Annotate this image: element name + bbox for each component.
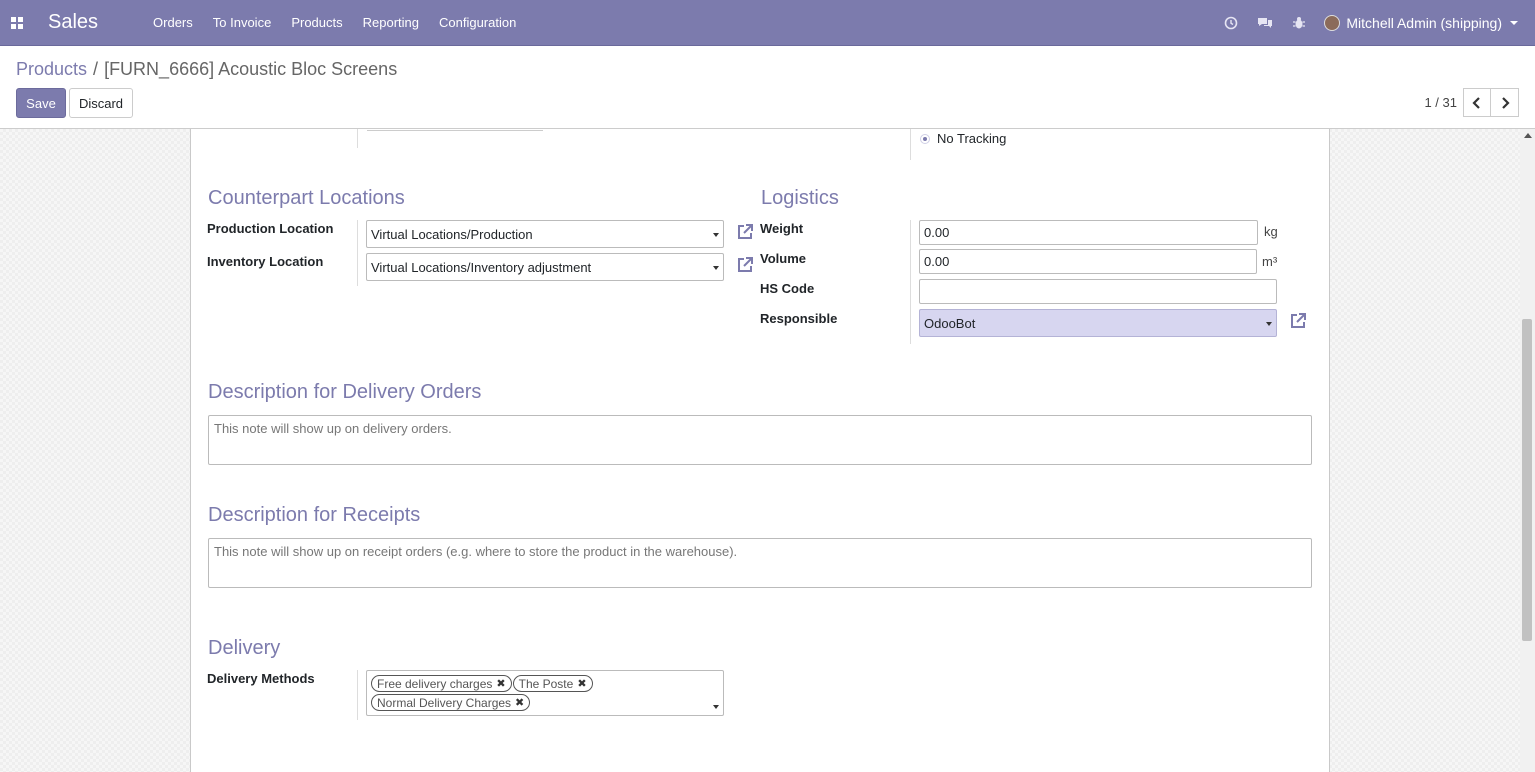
apps-grid-icon[interactable]	[0, 0, 33, 46]
receipt-description-title: Description for Receipts	[208, 504, 421, 526]
divider	[357, 129, 358, 148]
delivery-method-tag: Free delivery charges ✖	[371, 675, 512, 692]
pager: 1 / 31	[1424, 88, 1519, 117]
tag-label: Normal Delivery Charges	[377, 695, 512, 710]
production-location-label: Production Location	[207, 221, 334, 236]
external-link-icon[interactable]	[1288, 311, 1308, 331]
app-name[interactable]: Sales	[48, 11, 98, 34]
clock-icon[interactable]	[1214, 16, 1248, 30]
pager-previous-button[interactable]	[1463, 88, 1491, 117]
inventory-location-label: Inventory Location	[207, 254, 324, 269]
breadcrumb: Products / [FURN_6666] Acoustic Bloc Scr…	[16, 59, 397, 80]
discard-button[interactable]: Discard	[69, 88, 133, 118]
pager-value[interactable]: 1 / 31	[1424, 95, 1457, 110]
scroll-up-icon[interactable]	[1524, 133, 1532, 138]
chevron-down-icon	[1510, 21, 1518, 25]
tag-label: The Poste	[518, 676, 574, 691]
close-icon[interactable]: ✖	[577, 677, 586, 690]
top-navbar: Sales Orders To Invoice Products Reporti…	[0, 0, 1535, 46]
weight-input[interactable]: 0.00	[919, 220, 1258, 245]
volume-unit: m³	[1262, 254, 1278, 269]
external-link-icon[interactable]	[735, 255, 755, 275]
delivery-title: Delivery	[208, 637, 281, 659]
close-icon[interactable]: ✖	[496, 677, 505, 690]
close-icon[interactable]: ✖	[515, 696, 524, 709]
chevron-right-icon	[1501, 96, 1510, 109]
inventory-location-value: Virtual Locations/Inventory adjustment	[371, 260, 592, 275]
production-location-select[interactable]: Virtual Locations/Production	[366, 220, 724, 248]
tracking-label: No Tracking	[937, 131, 1007, 146]
external-link-icon[interactable]	[735, 222, 755, 242]
volume-label: Volume	[760, 251, 806, 266]
bug-icon[interactable]	[1282, 16, 1316, 30]
breadcrumb-products[interactable]: Products	[16, 59, 87, 80]
delivery-description-title: Description for Delivery Orders	[208, 381, 482, 403]
tag-label: Free delivery charges	[377, 676, 493, 691]
production-location-value: Virtual Locations/Production	[371, 227, 533, 242]
divider	[357, 670, 358, 720]
partial-field	[367, 129, 543, 131]
save-button[interactable]: Save	[16, 88, 66, 118]
menu-orders[interactable]: Orders	[143, 15, 203, 30]
menu-products[interactable]: Products	[281, 15, 352, 30]
counterpart-title: Counterpart Locations	[208, 187, 405, 209]
responsible-value: OdooBot	[924, 316, 976, 331]
avatar	[1324, 15, 1341, 31]
scroll-thumb[interactable]	[1522, 319, 1532, 641]
caret-down-icon	[713, 266, 719, 270]
delivery-method-tag: The Poste ✖	[512, 675, 593, 692]
delivery-methods-field[interactable]: Free delivery charges ✖ The Poste ✖ Normal…	[366, 670, 724, 716]
caret-down-icon	[1266, 322, 1272, 326]
hs-code-input[interactable]	[919, 279, 1277, 304]
caret-down-icon	[713, 705, 719, 709]
caret-down-icon	[713, 233, 719, 237]
weight-label: Weight	[760, 221, 804, 236]
menu-to-invoice[interactable]: To Invoice	[203, 15, 282, 30]
user-menu[interactable]: Mitchell Admin (shipping)	[1324, 15, 1518, 31]
divider	[357, 220, 358, 286]
responsible-select[interactable]: OdooBot	[919, 309, 1277, 337]
hs-code-label: HS Code	[760, 281, 815, 296]
control-panel: Products / [FURN_6666] Acoustic Bloc Scr…	[0, 46, 1535, 129]
delivery-methods-label: Delivery Methods	[207, 671, 315, 686]
inventory-location-select[interactable]: Virtual Locations/Inventory adjustment	[366, 253, 724, 281]
divider	[910, 129, 911, 160]
pager-next-button[interactable]	[1491, 88, 1519, 117]
form-sheet: No Tracking Counterpart Locations Produc…	[190, 129, 1330, 772]
delivery-description-textarea[interactable]: This note will show up on delivery order…	[208, 415, 1312, 465]
delivery-method-tag: Normal Delivery Charges ✖	[371, 694, 531, 711]
form-content: No Tracking Counterpart Locations Produc…	[0, 129, 1520, 772]
scrollbar[interactable]	[1520, 129, 1535, 772]
chat-icon[interactable]	[1248, 16, 1282, 30]
receipt-description-textarea[interactable]: This note will show up on receipt orders…	[208, 538, 1312, 588]
tracking-radio-no-tracking[interactable]	[920, 134, 930, 144]
breadcrumb-current: [FURN_6666] Acoustic Bloc Screens	[104, 59, 398, 79]
menu-configuration[interactable]: Configuration	[429, 15, 526, 30]
responsible-label: Responsible	[760, 311, 838, 326]
breadcrumb-separator: /	[93, 59, 99, 79]
divider	[910, 220, 911, 344]
chevron-left-icon	[1472, 96, 1480, 109]
menu-reporting[interactable]: Reporting	[353, 15, 429, 30]
user-name: Mitchell Admin (shipping)	[1346, 15, 1502, 31]
weight-unit: kg	[1264, 224, 1278, 239]
logistics-title: Logistics	[761, 187, 839, 209]
volume-input[interactable]: 0.00	[919, 249, 1257, 274]
